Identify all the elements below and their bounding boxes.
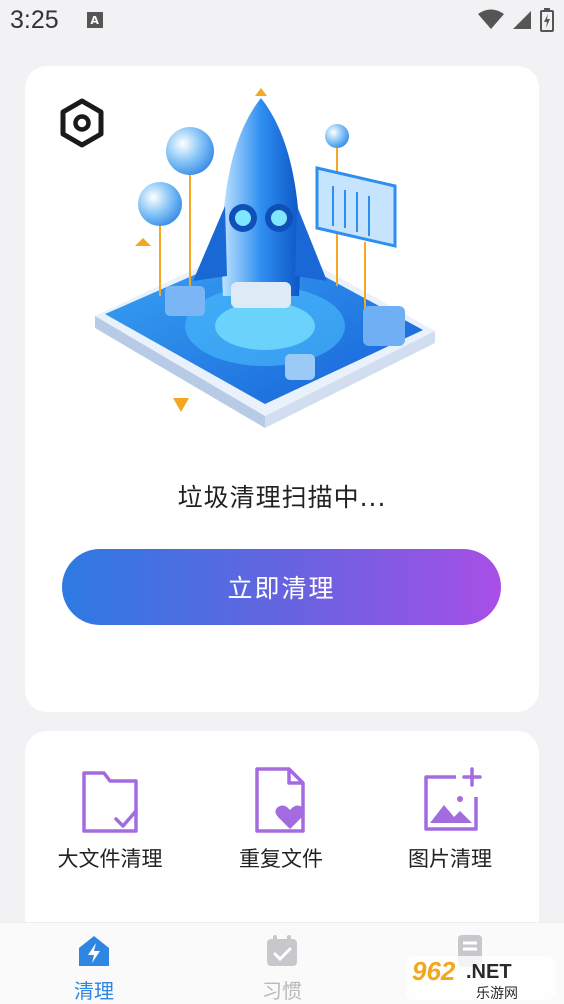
battery-icon bbox=[540, 8, 554, 32]
image-clean-tool[interactable]: 图片清理 bbox=[370, 765, 530, 873]
tool-label: 图片清理 bbox=[408, 847, 492, 871]
site-watermark-logo: 962 .NET 乐游网 bbox=[406, 956, 556, 1002]
svg-text:962: 962 bbox=[412, 956, 456, 986]
nav-label: 清理 bbox=[74, 979, 114, 1003]
nav-label: 习惯 bbox=[262, 979, 302, 1003]
nav-tab-clean[interactable]: 清理 bbox=[34, 933, 154, 1004]
tool-label: 重复文件 bbox=[239, 847, 323, 871]
signal-icon bbox=[513, 11, 531, 29]
rocket-illustration bbox=[95, 88, 435, 428]
scan-status-text: 垃圾清理扫描中... bbox=[177, 483, 387, 512]
nav-tab-habit[interactable]: 习惯 bbox=[222, 933, 342, 1004]
svg-text:.NET: .NET bbox=[466, 961, 512, 983]
image-plus-icon bbox=[424, 767, 482, 831]
tools-card: 大文件清理 重复文件 图片清理 bbox=[25, 731, 539, 951]
clean-now-button[interactable]: 立即清理 bbox=[62, 549, 501, 625]
file-heart-icon bbox=[255, 767, 305, 833]
wifi-icon bbox=[478, 9, 504, 29]
hero-card: 垃圾清理扫描中... 立即清理 bbox=[25, 66, 539, 712]
notification-icon: A bbox=[86, 12, 103, 28]
calendar-check-icon bbox=[267, 935, 297, 966]
duplicate-file-tool[interactable]: 重复文件 bbox=[201, 765, 361, 873]
svg-text:乐游网: 乐游网 bbox=[476, 986, 518, 1002]
home-bolt-icon bbox=[79, 936, 109, 966]
settings-hexagon-icon[interactable] bbox=[59, 98, 105, 148]
status-bar: 3:25 A bbox=[0, 0, 564, 40]
tool-label: 大文件清理 bbox=[57, 847, 163, 871]
large-file-clean-tool[interactable]: 大文件清理 bbox=[30, 765, 190, 873]
folder-check-icon bbox=[82, 771, 138, 833]
status-time: 3:25 bbox=[10, 5, 59, 34]
status-icons bbox=[478, 8, 554, 32]
